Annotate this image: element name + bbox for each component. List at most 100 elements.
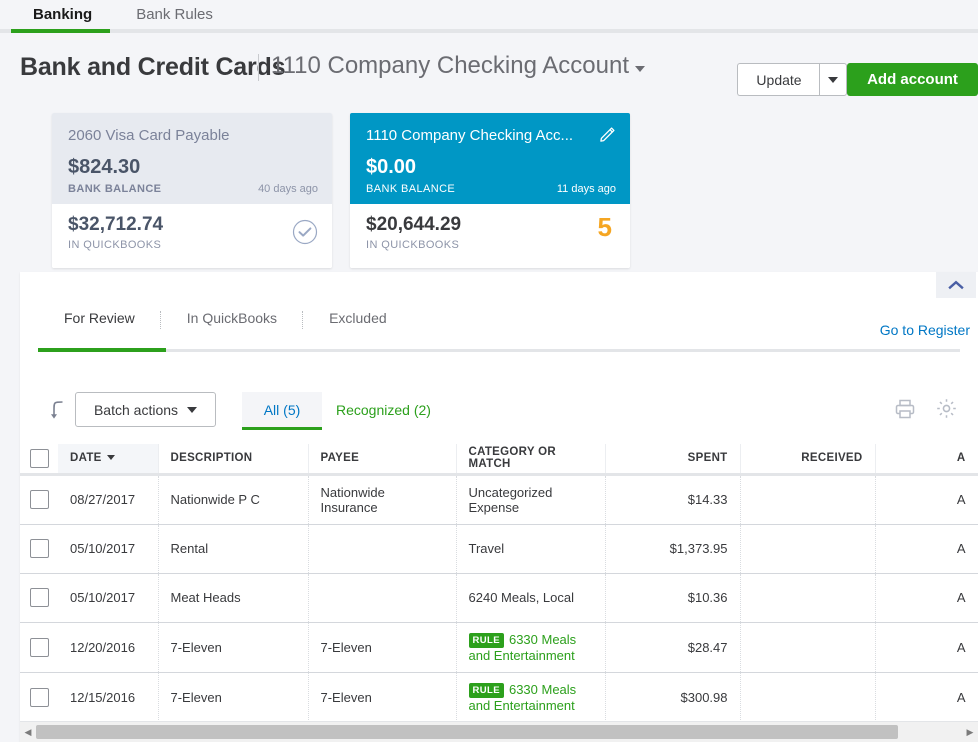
col-header-action[interactable]: A (875, 444, 978, 474)
add-account-button[interactable]: Add account (847, 63, 978, 96)
col-header-payee[interactable]: PAYEE (308, 444, 456, 474)
update-dropdown-button[interactable] (819, 63, 847, 96)
cell-spent: $300.98 (605, 672, 740, 722)
transactions-toolbar: Batch actions All (5) Recognized (2) (20, 392, 978, 440)
col-header-spent-label: SPENT (688, 452, 728, 464)
account-card-qb-amount: $32,712.74 (68, 214, 316, 236)
tab-bank-rules[interactable]: Bank Rules (114, 0, 235, 31)
col-header-description[interactable]: DESCRIPTION (158, 444, 308, 474)
col-header-received[interactable]: RECEIVED (740, 444, 875, 474)
table-row[interactable]: 05/10/2017 Rental Travel $1,373.95 A (20, 524, 978, 573)
update-button-label: Update (756, 72, 801, 88)
chevron-down-icon (828, 77, 838, 83)
account-card-bottom: $32,712.74 IN QUICKBOOKS (52, 204, 332, 268)
account-card-bank-balance: $824.30 (68, 156, 316, 179)
undo-arrow-icon[interactable] (50, 400, 68, 427)
filter-recognized-label: Recognized (2) (336, 402, 431, 418)
row-select-cell (20, 474, 58, 524)
pencil-edit-icon[interactable] (599, 126, 616, 148)
account-card-visa[interactable]: 2060 Visa Card Payable $824.30 BANK BALA… (52, 113, 332, 268)
account-card-top: 2060 Visa Card Payable $824.30 BANK BALA… (52, 113, 332, 204)
cell-category[interactable]: RULE6330 Meals and Entertainment (456, 622, 605, 672)
account-card-qb-label: IN QUICKBOOKS (68, 239, 316, 251)
account-card-pending-count: 5 (598, 212, 612, 243)
chevron-down-icon (187, 407, 197, 413)
cell-received (740, 672, 875, 722)
cell-spent: $28.47 (605, 622, 740, 672)
cell-date: 12/15/2016 (58, 672, 158, 722)
add-account-button-label: Add account (867, 71, 958, 88)
cell-action-add[interactable]: A (875, 622, 978, 672)
update-button[interactable]: Update (737, 63, 820, 96)
collapse-cards-button[interactable] (936, 272, 976, 298)
table-row[interactable]: 08/27/2017 Nationwide P C Nationwide Ins… (20, 474, 978, 524)
col-header-spent[interactable]: SPENT (605, 444, 740, 474)
cell-description: 7-Eleven (158, 622, 308, 672)
account-card-checking[interactable]: 1110 Company Checking Acc... $0.00 BANK … (350, 113, 630, 268)
cell-spent: $10.36 (605, 573, 740, 622)
filter-all-label: All (5) (264, 402, 301, 418)
scrollbar-thumb[interactable] (36, 725, 898, 739)
subtab-in-quickbooks-label: In QuickBooks (187, 310, 277, 326)
batch-actions-button[interactable]: Batch actions (75, 392, 216, 427)
row-select-cell (20, 573, 58, 622)
subtab-for-review[interactable]: For Review (38, 310, 161, 342)
cell-category[interactable]: 6240 Meals, Local (456, 573, 605, 622)
review-tab-rule (38, 349, 960, 352)
select-all-checkbox[interactable] (30, 449, 49, 468)
subtab-excluded[interactable]: Excluded (303, 310, 413, 342)
scroll-left-arrow-icon[interactable]: ◀ (20, 727, 36, 738)
page-title: Bank and Credit Cards (20, 53, 285, 82)
row-checkbox[interactable] (30, 490, 49, 509)
transactions-table-wrap: DATE DESCRIPTION PAYEE CATEGORY OR MATCH… (20, 444, 978, 723)
cell-payee: 7-Eleven (308, 672, 456, 722)
col-header-category[interactable]: CATEGORY OR MATCH (456, 444, 605, 474)
table-row[interactable]: 05/10/2017 Meat Heads 6240 Meals, Local … (20, 573, 978, 622)
filter-recognized-button[interactable]: Recognized (2) (320, 392, 447, 427)
row-checkbox[interactable] (30, 588, 49, 607)
table-header: DATE DESCRIPTION PAYEE CATEGORY OR MATCH… (20, 444, 978, 474)
cell-action-add[interactable]: A (875, 474, 978, 524)
horizontal-scrollbar[interactable]: ◀ ▶ (20, 721, 978, 742)
row-checkbox[interactable] (30, 638, 49, 657)
cell-category[interactable]: Uncategorized Expense (456, 474, 605, 524)
account-selector-label: 1110 Company Checking Account (271, 52, 629, 79)
filter-all-button[interactable]: All (5) (242, 392, 322, 430)
cell-action-add[interactable]: A (875, 672, 978, 722)
account-card-name: 2060 Visa Card Payable (68, 127, 316, 144)
row-checkbox[interactable] (30, 688, 49, 707)
table-row[interactable]: 12/20/2016 7-Eleven 7-Eleven RULE6330 Me… (20, 622, 978, 672)
account-card-name: 1110 Company Checking Acc... (366, 127, 614, 144)
cell-category[interactable]: Travel (456, 524, 605, 573)
cell-category[interactable]: RULE6330 Meals and Entertainment (456, 672, 605, 722)
go-to-register-link[interactable]: Go to Register (880, 322, 970, 338)
cell-received (740, 524, 875, 573)
cell-action-add[interactable]: A (875, 524, 978, 573)
scroll-right-arrow-icon[interactable]: ▶ (962, 727, 978, 738)
col-header-received-label: RECEIVED (801, 452, 862, 464)
cell-action-add[interactable]: A (875, 573, 978, 622)
top-tab-rule (0, 29, 978, 33)
table-body: 08/27/2017 Nationwide P C Nationwide Ins… (20, 474, 978, 722)
col-header-category-label: CATEGORY OR MATCH (469, 446, 556, 470)
gear-icon[interactable] (935, 397, 958, 425)
subtab-in-quickbooks[interactable]: In QuickBooks (161, 310, 303, 342)
top-tab-row: Banking Bank Rules (0, 0, 978, 31)
tab-banking[interactable]: Banking (11, 0, 114, 31)
cell-date: 05/10/2017 (58, 573, 158, 622)
row-select-cell (20, 622, 58, 672)
cell-received (740, 474, 875, 524)
cell-spent: $1,373.95 (605, 524, 740, 573)
subtab-for-review-label: For Review (64, 310, 135, 326)
cell-payee (308, 524, 456, 573)
print-icon[interactable] (894, 398, 916, 425)
col-header-date[interactable]: DATE (58, 444, 158, 474)
cell-date: 05/10/2017 (58, 524, 158, 573)
account-selector[interactable]: 1110 Company Checking Account (271, 52, 645, 80)
check-circle-icon (292, 219, 318, 250)
table-row[interactable]: 12/15/2016 7-Eleven 7-Eleven RULE6330 Me… (20, 672, 978, 722)
top-tab-bar: Banking Bank Rules (0, 0, 978, 33)
row-checkbox[interactable] (30, 539, 49, 558)
scrollbar-track[interactable] (36, 725, 962, 739)
account-card-qb-amount: $20,644.29 (366, 214, 614, 236)
